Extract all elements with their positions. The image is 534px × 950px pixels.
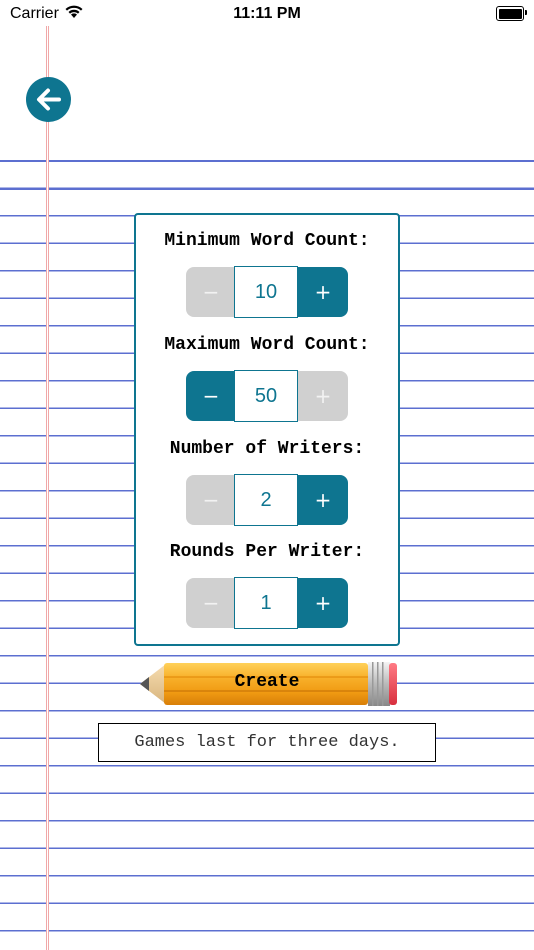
num-writers-label: Number of Writers: — [169, 439, 365, 459]
max-word-count-label: Maximum Word Count: — [164, 335, 370, 355]
create-button[interactable]: Create — [164, 672, 370, 692]
paper-line — [0, 188, 534, 190]
back-button[interactable] — [26, 77, 71, 122]
num-writers-decrement-button[interactable]: − — [186, 475, 236, 525]
battery-icon — [496, 6, 527, 21]
max-word-count-stepper: − 50 + — [186, 370, 348, 422]
min-word-count-increment-button[interactable]: + — [298, 267, 348, 317]
max-word-count-decrement-button[interactable]: − — [186, 371, 236, 421]
rounds-per-writer-label: Rounds Per Writer: — [169, 542, 365, 562]
num-writers-stepper: − 2 + — [186, 474, 348, 526]
status-bar: Carrier 11:11 PM — [0, 0, 534, 28]
min-word-count-decrement-button[interactable]: − — [186, 267, 236, 317]
max-word-count-value: 50 — [234, 370, 298, 422]
rounds-per-writer-stepper: − 1 + — [186, 577, 348, 629]
min-word-count-label: Minimum Word Count: — [164, 231, 370, 251]
status-time: 11:11 PM — [233, 5, 301, 22]
rounds-per-writer-decrement-button[interactable]: − — [186, 578, 236, 628]
info-text-box: Games last for three days. — [98, 723, 436, 762]
paper-line — [0, 160, 534, 162]
arrow-left-icon — [37, 88, 61, 111]
game-settings-panel: Minimum Word Count: − 10 + Maximum Word … — [134, 213, 400, 646]
rounds-per-writer-value: 1 — [234, 577, 298, 629]
num-writers-value: 2 — [234, 474, 298, 526]
paper-margin-line — [46, 26, 49, 950]
num-writers-increment-button[interactable]: + — [298, 475, 348, 525]
min-word-count-value: 10 — [234, 266, 298, 318]
max-word-count-increment-button[interactable]: + — [298, 371, 348, 421]
rounds-per-writer-increment-button[interactable]: + — [298, 578, 348, 628]
min-word-count-stepper: − 10 + — [186, 266, 348, 318]
